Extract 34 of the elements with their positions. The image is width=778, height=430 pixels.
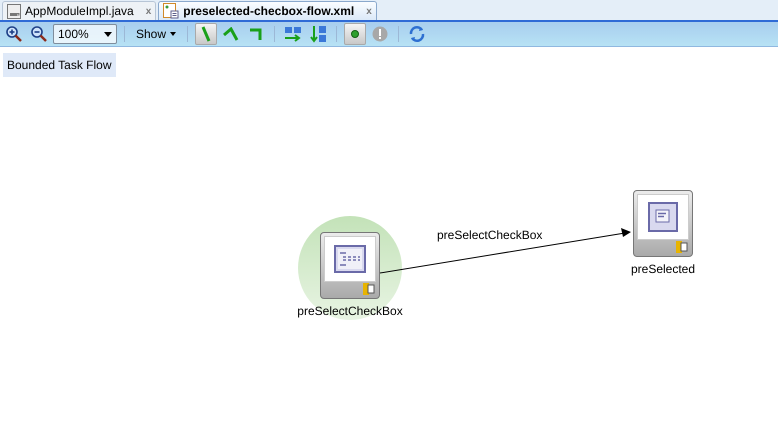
tab-close[interactable]: x	[146, 4, 152, 18]
diagram-title: Bounded Task Flow	[3, 53, 116, 77]
view-activity-icon	[334, 245, 366, 273]
tab-label: AppModuleImpl.java	[25, 3, 134, 20]
diagonal-line-icon	[201, 26, 212, 42]
horizontal-layout-icon	[284, 26, 302, 42]
zoom-out-icon[interactable]	[30, 25, 48, 43]
activity-label: preSelectCheckBox	[297, 303, 403, 320]
flow-file-icon	[163, 3, 180, 19]
zoom-combo[interactable]: 100%	[53, 24, 117, 44]
elbow-line-icon	[249, 27, 264, 41]
editor-tab[interactable]: AppModuleImpl.java x	[2, 1, 156, 20]
toolbar-button[interactable]	[195, 23, 218, 45]
vertical-layout-icon	[309, 25, 328, 43]
activity-node[interactable]	[320, 232, 380, 299]
refresh-icon	[408, 25, 426, 43]
dropdown-arrow-icon	[104, 32, 112, 36]
activity-label: preSelected	[630, 261, 696, 278]
editor-tab[interactable]: preselected-checbox-flow.xml x	[158, 1, 377, 20]
activity-node[interactable]	[633, 190, 693, 257]
file-icon	[7, 4, 21, 18]
angled-line-icon	[223, 27, 240, 41]
caret-icon	[170, 32, 176, 36]
page-activity-icon	[648, 202, 678, 232]
show-menu-button[interactable]: Show	[132, 25, 180, 43]
toolbar-button[interactable]	[344, 23, 366, 45]
tab-label: preselected-checbox-flow.xml	[183, 3, 354, 20]
exclamation-icon	[372, 26, 388, 42]
control-flow-label: preSelectCheckBox	[437, 227, 542, 244]
tab-close[interactable]: x	[366, 4, 372, 18]
task-flow-badge-icon	[676, 241, 688, 253]
zoom-in-icon[interactable]	[5, 25, 23, 43]
dot-icon	[351, 30, 360, 38]
task-flow-badge-icon	[363, 283, 375, 295]
